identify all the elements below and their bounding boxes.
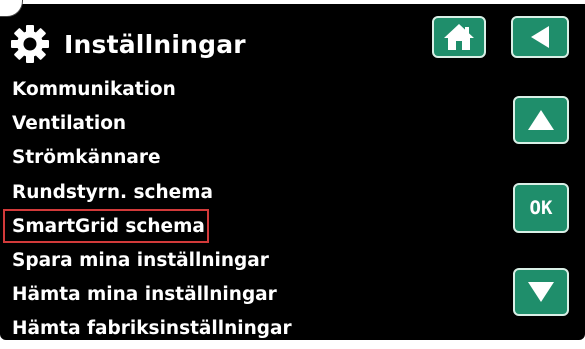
- menu-item-smartgrid-schema[interactable]: SmartGrid schema: [3, 208, 502, 246]
- scroll-up-button[interactable]: [513, 96, 569, 144]
- settings-screen: Inställningar Kommunikation Ventilation …: [0, 4, 585, 340]
- scroll-down-button[interactable]: [513, 268, 569, 316]
- up-arrow-icon: [528, 110, 554, 130]
- ok-button[interactable]: OK: [513, 183, 569, 233]
- ok-label: OK: [529, 197, 553, 219]
- menu-item-hamta-mina-installningar[interactable]: Hämta mina inställningar: [12, 280, 502, 314]
- menu-item-kommunikation[interactable]: Kommunikation: [12, 75, 502, 109]
- menu-item-spara-mina-installningar[interactable]: Spara mina inställningar: [12, 246, 502, 280]
- menu-item-stromkannare[interactable]: Strömkännare: [12, 143, 502, 177]
- menu-item-hamta-fabriksinstallningar[interactable]: Hämta fabriksinställningar: [12, 314, 502, 348]
- back-button[interactable]: [511, 16, 569, 58]
- page-header: Inställningar: [10, 22, 246, 66]
- home-button[interactable]: [432, 16, 486, 58]
- back-arrow-icon: [531, 26, 549, 48]
- menu-item-ventilation[interactable]: Ventilation: [12, 109, 502, 143]
- menu-item-rundstyrn-schema[interactable]: Rundstyrn. schema: [12, 178, 502, 212]
- gear-icon: [11, 25, 49, 63]
- home-icon: [444, 24, 474, 50]
- down-arrow-icon: [528, 282, 554, 302]
- page-title: Inställningar: [64, 29, 246, 59]
- settings-menu: Kommunikation Ventilation Strömkännare R…: [3, 75, 502, 349]
